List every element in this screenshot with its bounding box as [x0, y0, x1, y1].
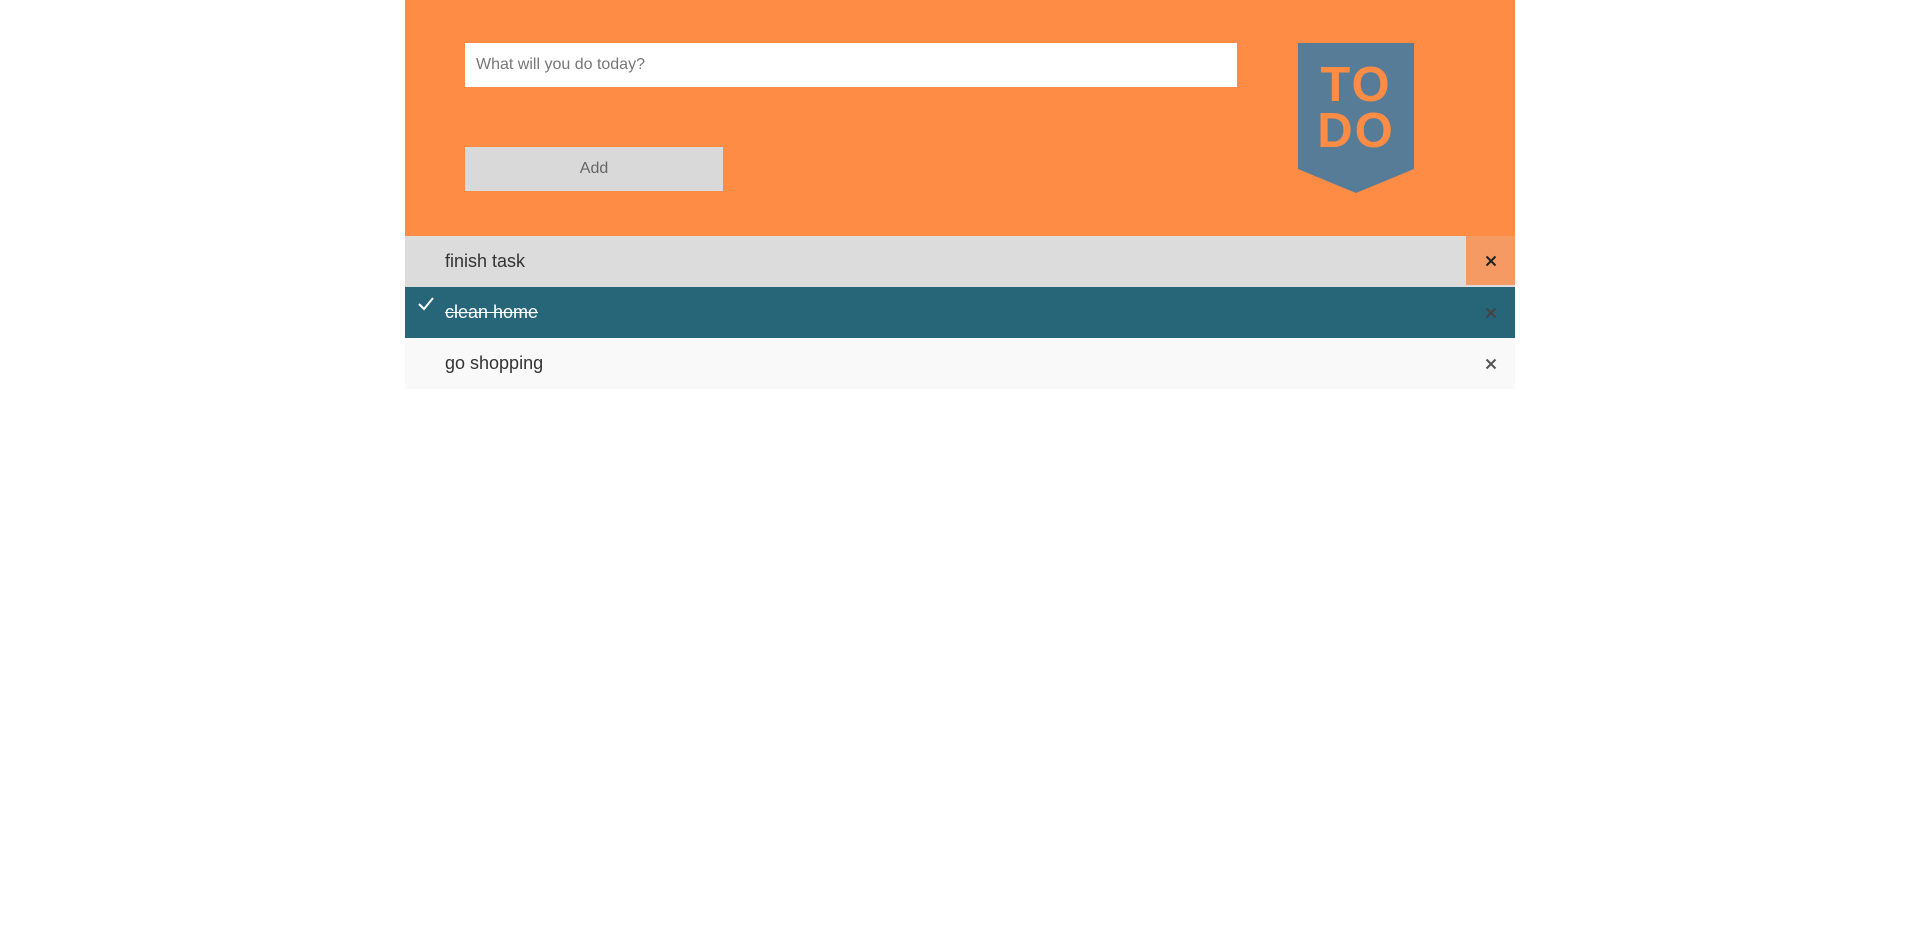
todo-item[interactable]: go shopping: [405, 338, 1515, 389]
close-icon: [1485, 307, 1496, 318]
todo-app: Add TO DO finish task clean home: [405, 0, 1515, 389]
check-icon: [418, 297, 434, 311]
close-icon: [1485, 358, 1496, 369]
logo-text-do: DO: [1317, 104, 1395, 158]
delete-button[interactable]: [1466, 287, 1515, 338]
close-icon: [1485, 255, 1496, 266]
todo-item[interactable]: finish task: [405, 236, 1515, 287]
delete-button[interactable]: [1466, 338, 1515, 389]
delete-button[interactable]: [1466, 236, 1515, 285]
todo-item[interactable]: clean home: [405, 287, 1515, 338]
todo-logo: TO DO: [1298, 43, 1414, 193]
todo-list: finish task clean home go shopping: [405, 236, 1515, 389]
todo-item-text: go shopping: [445, 353, 544, 373]
add-button[interactable]: Add: [465, 147, 723, 191]
todo-item-text: finish task: [445, 251, 526, 271]
header: Add TO DO: [405, 0, 1515, 236]
todo-item-text: clean home: [445, 302, 539, 322]
todo-input[interactable]: [465, 43, 1237, 87]
